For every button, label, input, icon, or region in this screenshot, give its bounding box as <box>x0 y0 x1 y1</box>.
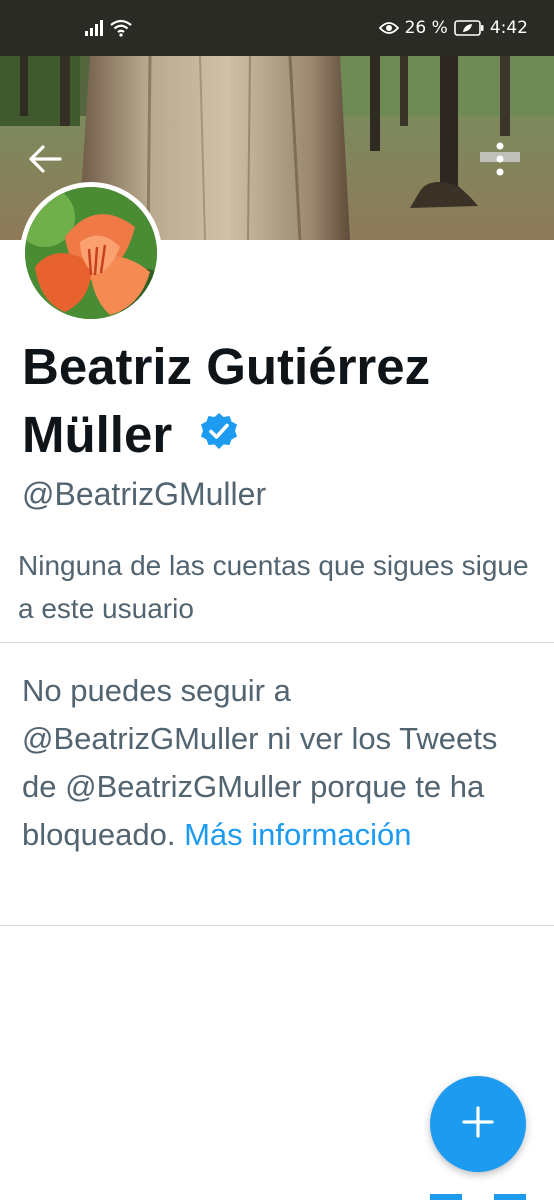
profile-screen: 26 % 4:42 Beatriz Gutiérrez Müller @Beat… <box>0 0 554 1200</box>
battery-saver-icon <box>454 20 484 36</box>
back-button[interactable] <box>28 144 68 178</box>
learn-more-link[interactable]: Más información <box>184 817 411 852</box>
display-name-line2: Müller <box>22 406 173 463</box>
eye-comfort-icon <box>378 21 399 35</box>
display-name: Beatriz Gutiérrez Müller <box>22 333 532 473</box>
bottom-nav-peek-right <box>494 1194 526 1200</box>
verified-badge-icon <box>200 399 238 467</box>
status-left <box>84 19 132 37</box>
more-options-button[interactable] <box>496 142 526 182</box>
compose-tweet-button[interactable] <box>430 1076 526 1172</box>
avatar[interactable] <box>20 182 162 324</box>
wifi-icon <box>110 19 132 37</box>
plus-icon <box>461 1105 495 1144</box>
status-right: 26 % 4:42 <box>378 18 528 38</box>
signal-icon <box>84 20 104 36</box>
bottom-nav-peek-left <box>430 1194 462 1200</box>
clock: 4:42 <box>489 18 528 38</box>
divider-bottom <box>0 925 554 926</box>
status-bar: 26 % 4:42 <box>0 0 554 56</box>
display-name-line1: Beatriz Gutiérrez <box>22 338 431 395</box>
profile-handle: @BeatrizGMuller <box>22 476 267 512</box>
followers-you-know-note: Ninguna de las cuentas que sigues sigue … <box>18 550 529 624</box>
blocked-message: No puedes seguir a @BeatrizGMuller ni ve… <box>22 667 532 859</box>
battery-percent: 26 % <box>404 18 448 38</box>
avatar-image <box>25 187 157 319</box>
divider-top <box>0 642 554 643</box>
